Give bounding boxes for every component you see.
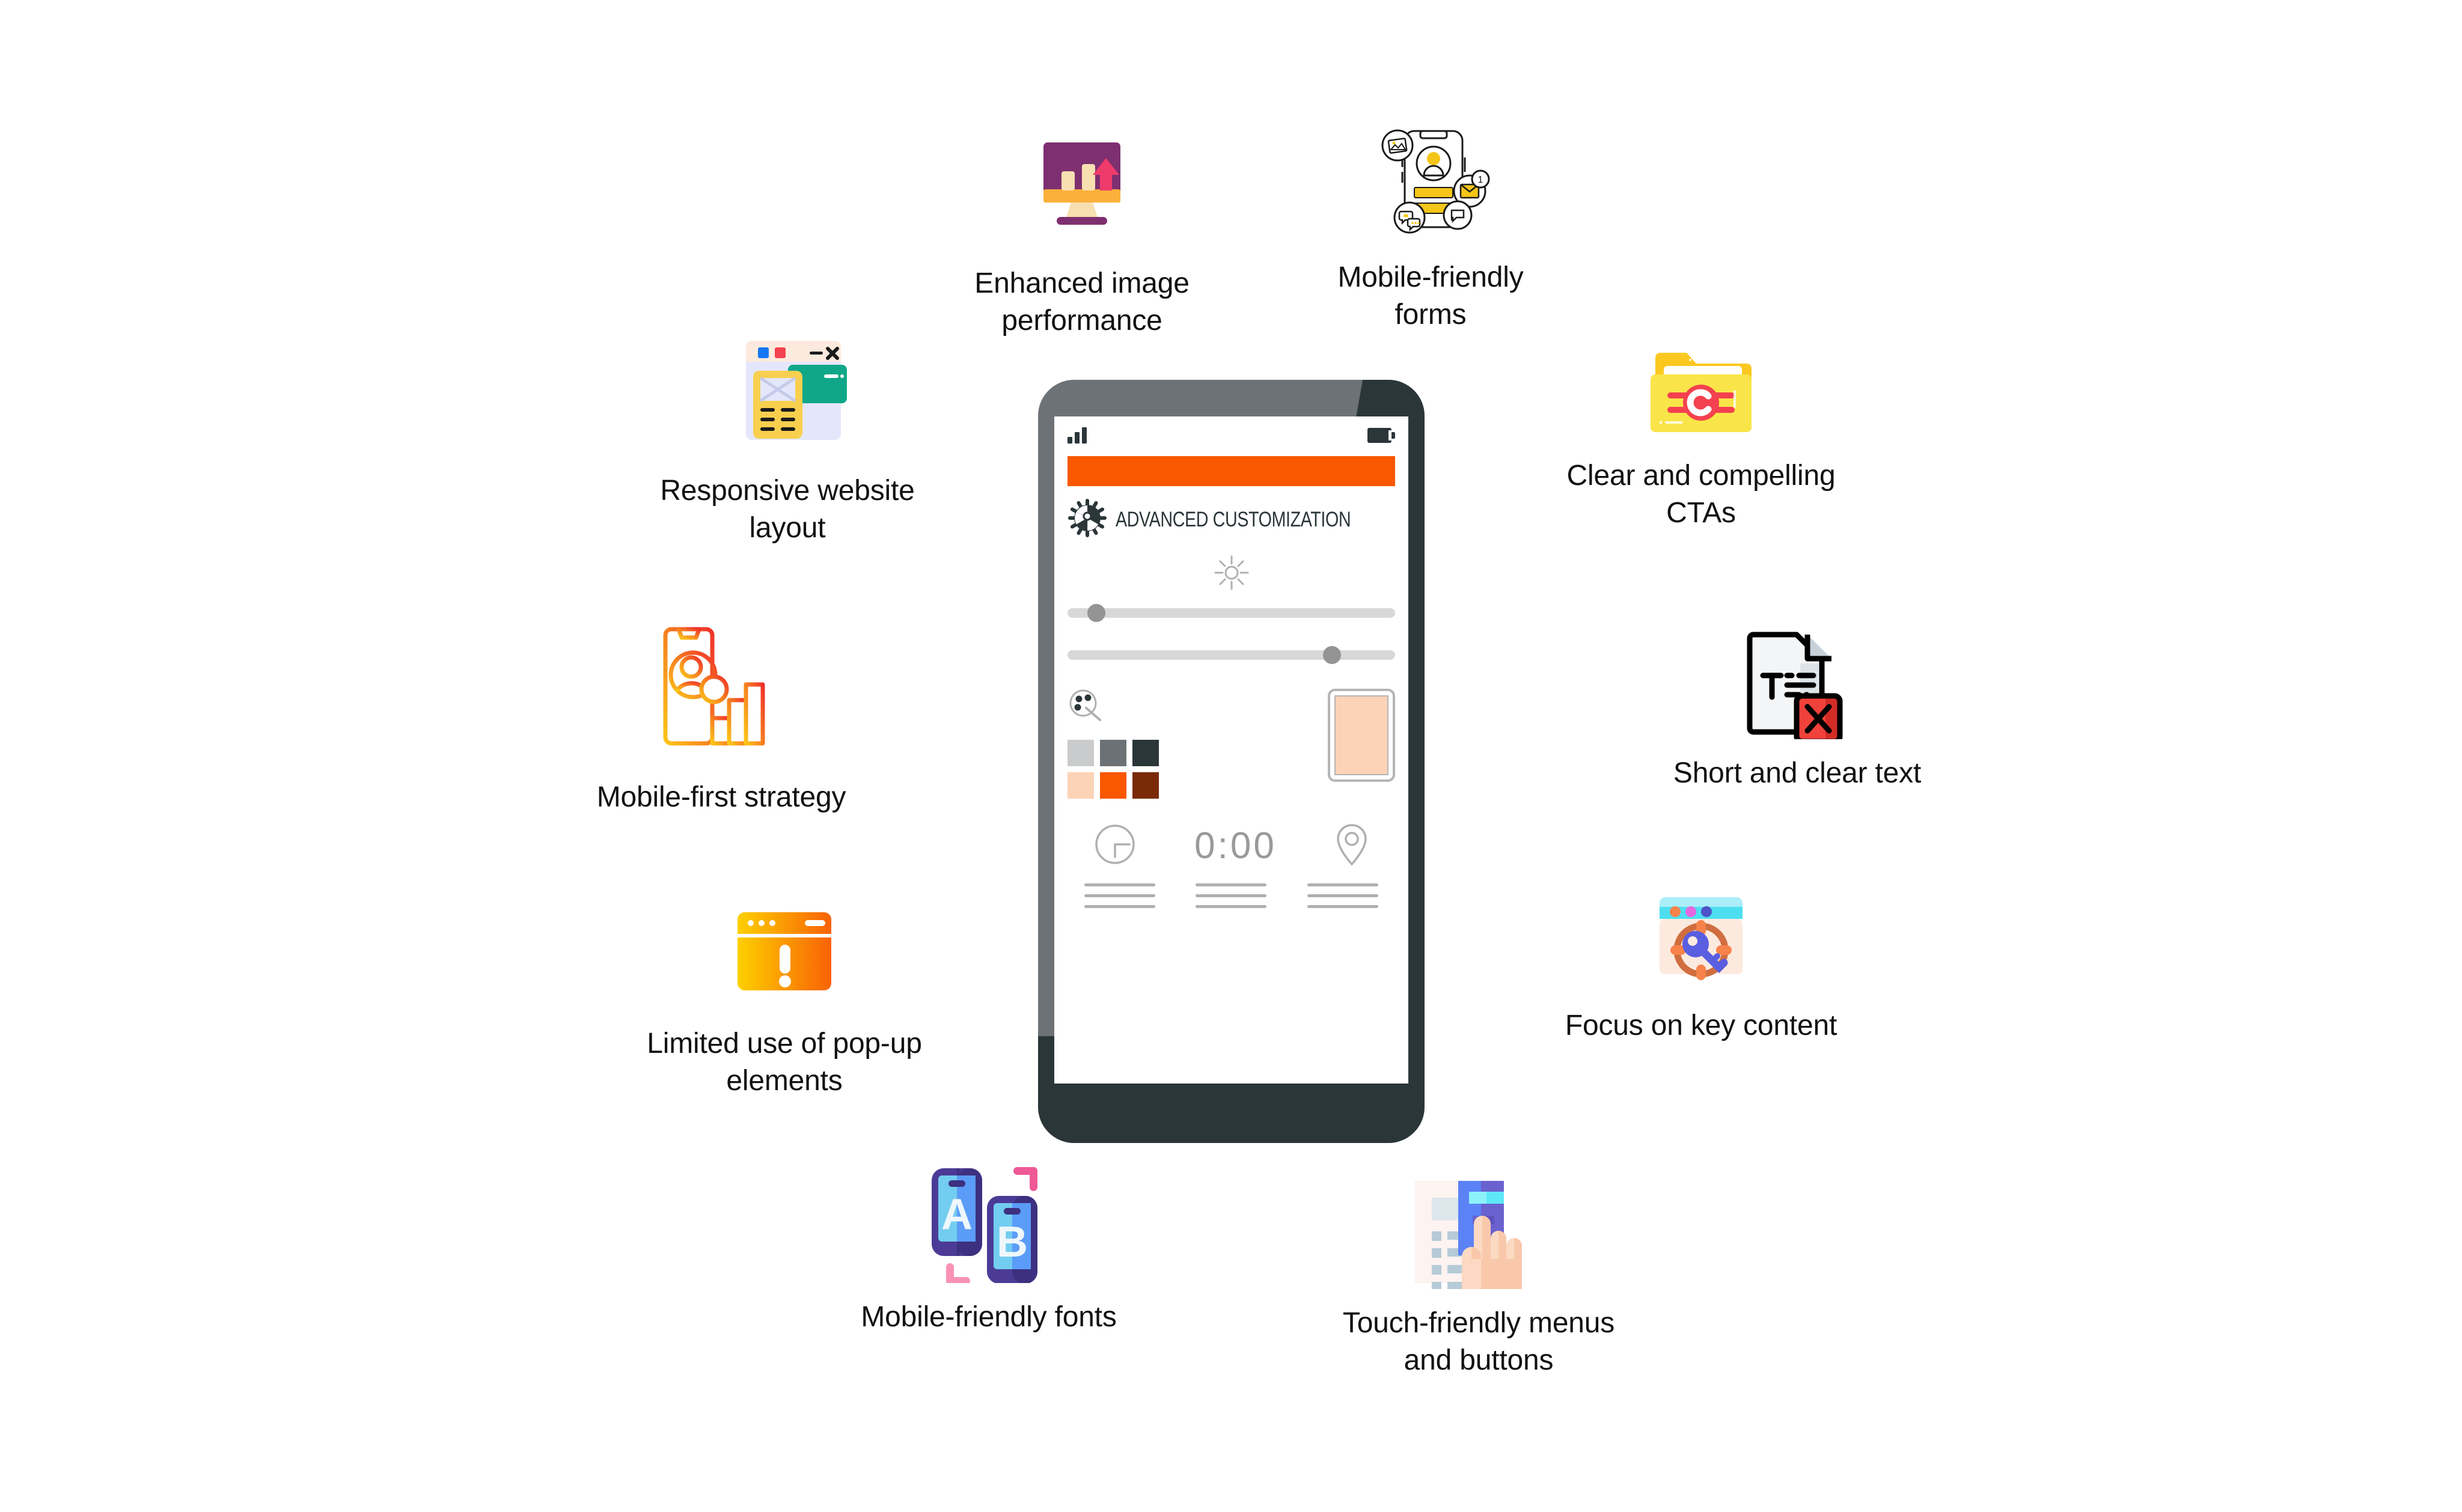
feature-touch-friendly-menus-and-buttons: Touch-friendly menus and buttons xyxy=(1304,1169,1653,1380)
color-swatches[interactable] xyxy=(1068,740,1159,799)
browser-window-cards-icon xyxy=(718,328,857,457)
phone-screen: ADVANCED CUSTOMIZATION 0:00 xyxy=(1054,416,1408,1084)
feature-label: Limited use of pop-up elements xyxy=(647,1028,922,1097)
infographic-canvas: Enhanced image performance 1 Mobile-frie… xyxy=(0,0,2462,1512)
svg-text:B: B xyxy=(997,1218,1028,1266)
palette-section xyxy=(1054,689,1408,799)
swatch-4[interactable] xyxy=(1068,772,1094,799)
swatch-2[interactable] xyxy=(1100,740,1126,766)
feature-enhanced-image-performance: Enhanced image performance xyxy=(962,129,1202,340)
signal-bars-icon xyxy=(1068,427,1087,444)
feature-label: Mobile-friendly forms xyxy=(1337,261,1524,331)
swatch-6[interactable] xyxy=(1132,772,1159,799)
placeholder-lines-2 xyxy=(1196,883,1267,908)
widgets-row: 0:00 xyxy=(1054,820,1408,871)
timer-value: 0:00 xyxy=(1194,825,1277,867)
feature-mobile-friendly-forms: 1 Mobile-friendly forms xyxy=(1316,120,1545,334)
feature-label: Clear and compelling CTAs xyxy=(1566,460,1836,529)
feature-focus-on-key-content: Focus on key content xyxy=(1563,880,1839,1044)
placeholder-lines-1 xyxy=(1084,883,1155,908)
text-placeholder-rows xyxy=(1054,883,1408,908)
map-pin-icon[interactable] xyxy=(1333,820,1371,871)
app-brand: ADVANCED CUSTOMIZATION xyxy=(1054,486,1408,541)
slider-one[interactable] xyxy=(1068,604,1395,622)
feature-short-and-clear-text: Short and clear text xyxy=(1659,625,1935,792)
document-text-x-icon xyxy=(1740,625,1854,739)
feature-clear-and-compelling-ctas: Clear and compelling CTAs xyxy=(1563,340,1839,532)
feature-responsive-website-layout: Responsive website layout xyxy=(652,328,923,547)
swatch-3[interactable] xyxy=(1132,740,1159,766)
popup-alert-window-icon xyxy=(724,895,845,1010)
svg-text:A: A xyxy=(941,1190,973,1239)
feature-label: Touch-friendly menus and buttons xyxy=(1342,1307,1615,1377)
feature-mobile-first-strategy: Mobile-first strategy xyxy=(568,622,875,816)
slider-two[interactable] xyxy=(1068,646,1395,664)
gear-icon xyxy=(1068,498,1107,541)
slider-two-thumb[interactable] xyxy=(1323,646,1342,664)
color-preview xyxy=(1328,689,1395,782)
hand-tap-menu-icon xyxy=(1407,1169,1551,1289)
swatch-5[interactable] xyxy=(1100,772,1126,799)
clock-icon[interactable] xyxy=(1092,821,1138,871)
phone-mockup: ADVANCED CUSTOMIZATION 0:00 xyxy=(1038,380,1425,1143)
battery-icon xyxy=(1367,427,1395,443)
phone-user-chart-icon xyxy=(646,622,796,763)
status-bar xyxy=(1054,416,1408,454)
slider-one-thumb[interactable] xyxy=(1087,604,1105,622)
browser-target-key-icon xyxy=(1644,880,1758,992)
feature-limited-use-of-popup-elements: Limited use of pop-up elements xyxy=(628,895,941,1100)
swatch-1[interactable] xyxy=(1068,740,1094,766)
svg-text:1: 1 xyxy=(1478,175,1483,185)
feature-label: Mobile-friendly fonts xyxy=(861,1301,1117,1333)
feature-label: Enhanced image performance xyxy=(974,267,1190,337)
feature-label: Focus on key content xyxy=(1565,1010,1837,1041)
feature-mobile-friendly-fonts: A B Mobile-friendly fonts xyxy=(842,1154,1136,1336)
folder-cta-icon xyxy=(1641,340,1761,442)
feature-label: Responsive website layout xyxy=(660,475,915,544)
color-palette-icon[interactable] xyxy=(1068,689,1105,726)
two-phones-ab-icon: A B xyxy=(920,1154,1058,1283)
feature-label: Mobile-first strategy xyxy=(596,781,846,813)
feature-label: Short and clear text xyxy=(1673,757,1922,789)
phone-form-fields-icon: 1 xyxy=(1367,120,1494,243)
monitor-bar-chart-arrow-icon xyxy=(1022,129,1142,249)
placeholder-lines-3 xyxy=(1307,883,1379,908)
app-title: ADVANCED CUSTOMIZATION xyxy=(1116,507,1351,531)
app-accent-bar xyxy=(1068,456,1395,486)
sun-brightness-icon xyxy=(1054,553,1408,593)
